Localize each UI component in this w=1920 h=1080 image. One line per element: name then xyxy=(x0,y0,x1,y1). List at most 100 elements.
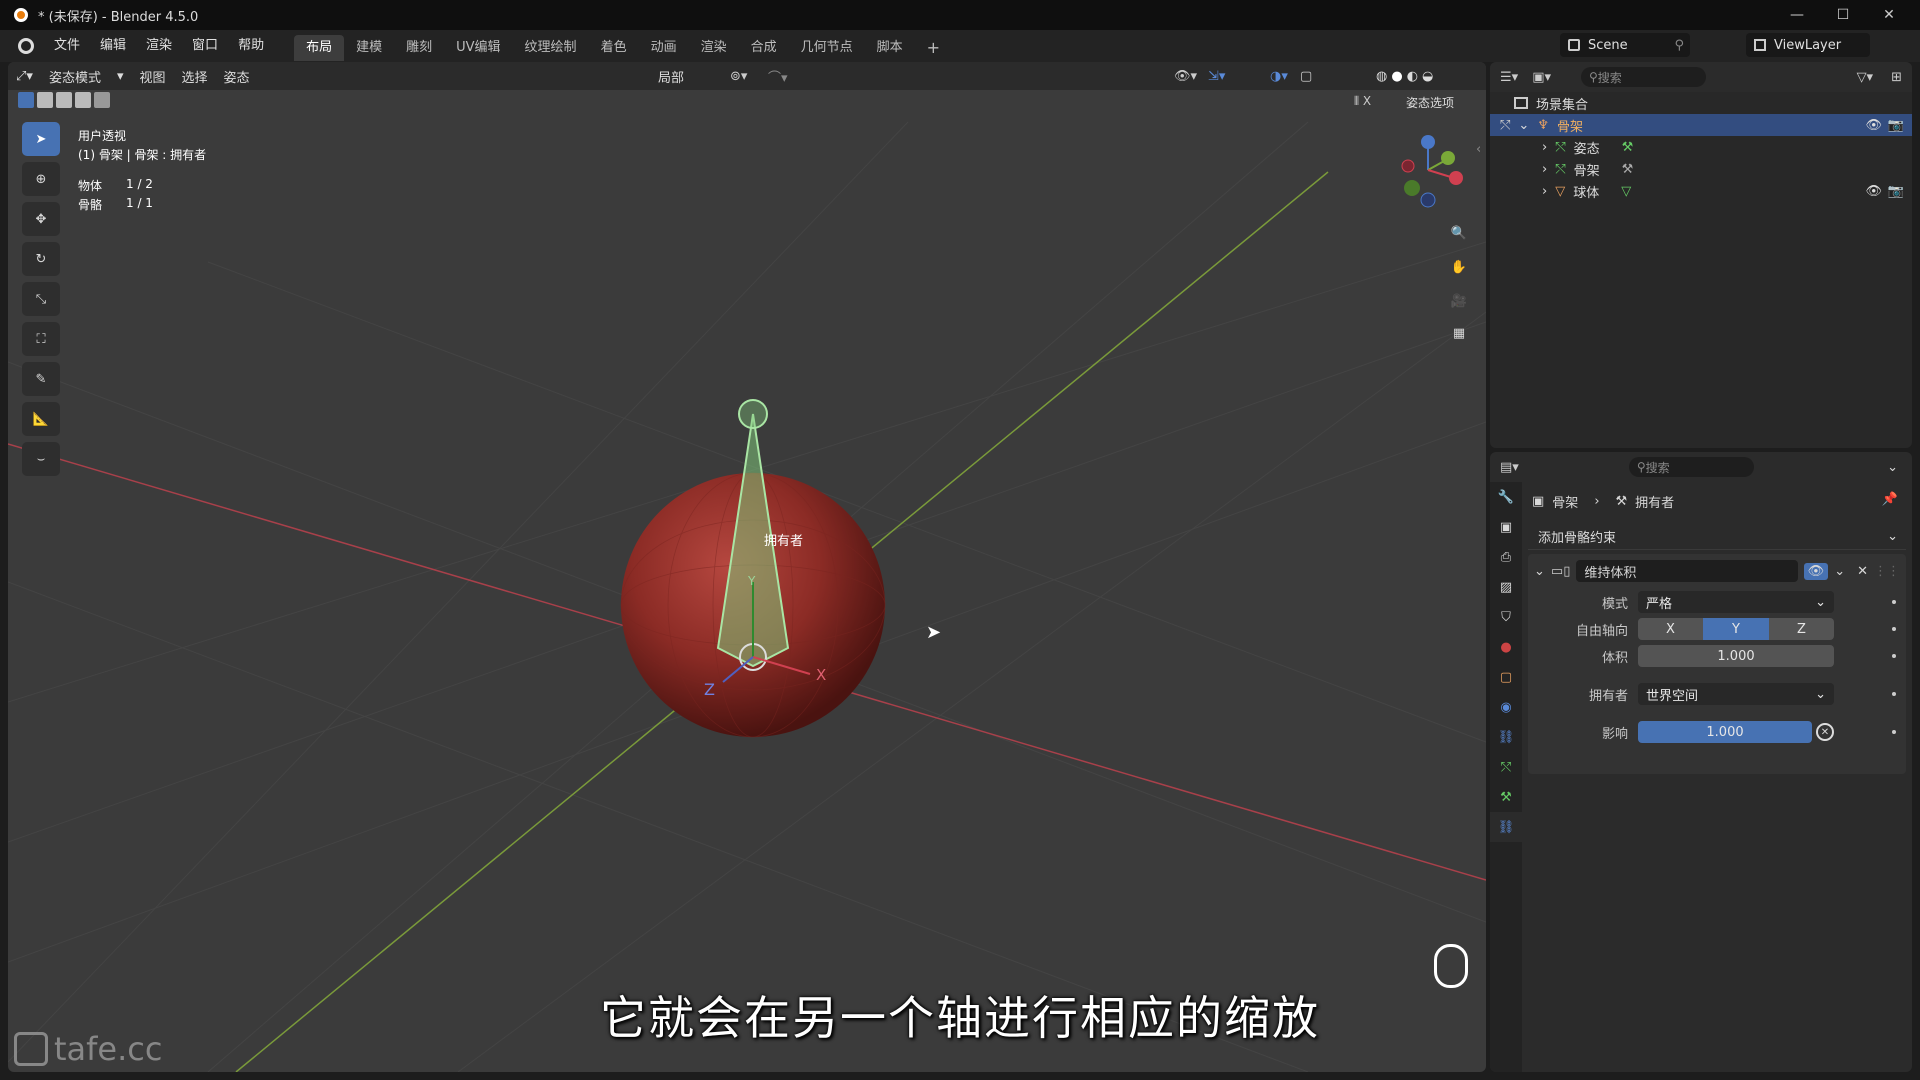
chevron-down-icon[interactable]: ⌄ xyxy=(1834,564,1845,579)
tab-modeling[interactable]: 建模 xyxy=(344,35,394,61)
constraint-name-field[interactable]: 维持体积 xyxy=(1576,560,1798,582)
rendered-shading-icon[interactable]: ◒ xyxy=(1422,69,1433,84)
tab-shading[interactable]: 着色 xyxy=(589,35,639,61)
tab-output[interactable]: ⎙ xyxy=(1490,542,1522,572)
menu-file[interactable]: 文件 xyxy=(44,30,90,62)
tab-compositing[interactable]: 合成 xyxy=(739,35,789,61)
keyframe-dot[interactable] xyxy=(1892,600,1896,604)
camera-icon[interactable]: 📷 xyxy=(1888,184,1904,199)
outliner-search-input[interactable]: ⚲ 搜索 xyxy=(1581,67,1706,87)
filter-icon[interactable]: ▽▾ xyxy=(1857,70,1874,85)
outliner-item-pose[interactable]: › ⤲ 姿态 ⚒ xyxy=(1490,136,1912,158)
transform-orientation-dropdown[interactable]: 局部 xyxy=(658,67,684,86)
display-mode-icon[interactable]: ▣▾ xyxy=(1532,70,1551,85)
tab-render[interactable]: ▣ xyxy=(1490,512,1522,542)
select-box-tool[interactable]: ➤ xyxy=(22,122,60,156)
rotate-tool[interactable]: ↻ xyxy=(22,242,60,276)
select-subtract-icon[interactable] xyxy=(56,92,72,108)
bone-roll-tool[interactable]: ⌣ xyxy=(22,442,60,476)
measure-tool[interactable]: 📐 xyxy=(22,402,60,436)
menu-view[interactable]: 视图 xyxy=(131,67,173,86)
disable-keep-temp-icon[interactable]: ✕ xyxy=(1816,723,1834,741)
add-bone-constraint-dropdown[interactable]: 添加骨骼约束 ⌄ xyxy=(1528,524,1906,550)
chevron-down-icon[interactable]: ⌄ xyxy=(1887,460,1898,475)
owner-space-dropdown[interactable]: 世界空间 ⌄ xyxy=(1638,683,1834,705)
free-axis-z-button[interactable]: Z xyxy=(1769,618,1834,640)
snap-icon[interactable]: ⌒▾ xyxy=(768,67,788,86)
minimize-button[interactable]: — xyxy=(1774,0,1820,30)
add-workspace-button[interactable]: + xyxy=(915,35,952,61)
tab-armature-data[interactable]: ⤲ xyxy=(1490,752,1522,782)
select-new-icon[interactable] xyxy=(18,92,34,108)
menu-window[interactable]: 窗口 xyxy=(182,30,228,62)
visibility-icon[interactable]: 👁▾ xyxy=(1174,69,1197,84)
menu-pose[interactable]: 姿态 xyxy=(216,67,258,86)
perspective-toggle-button[interactable]: ▦ xyxy=(1444,318,1474,348)
keyframe-dot[interactable] xyxy=(1892,627,1896,631)
eye-icon[interactable]: 👁 xyxy=(1865,118,1882,133)
select-extend-icon[interactable] xyxy=(37,92,53,108)
drag-handle-icon[interactable]: ⋮⋮ xyxy=(1874,564,1900,579)
keyframe-dot[interactable] xyxy=(1892,730,1896,734)
tab-object-constraints[interactable]: ⛓ xyxy=(1490,722,1522,752)
keyframe-dot[interactable] xyxy=(1892,692,1896,696)
chevron-right-icon[interactable]: › xyxy=(1542,162,1547,177)
navigation-gizmo[interactable] xyxy=(1388,130,1468,210)
scene-selector[interactable]: Scene ⚲ xyxy=(1560,33,1690,57)
tab-texture-paint[interactable]: 纹理绘制 xyxy=(513,35,589,61)
cursor-tool[interactable]: ⊕ xyxy=(22,162,60,196)
free-axis-x-button[interactable]: X xyxy=(1638,618,1703,640)
3d-viewport[interactable]: ⤢▾ 姿态模式 ▾ 视图 选择 姿态 局部 ⊚▾ ⌒▾ 👁▾ ⇲▾ ◑▾ ▢ ◍… xyxy=(8,62,1486,1072)
tab-object[interactable]: ▢ xyxy=(1490,662,1522,692)
select-intersect-icon[interactable] xyxy=(94,92,110,108)
tab-physics[interactable]: ◉ xyxy=(1490,692,1522,722)
menu-edit[interactable]: 编辑 xyxy=(90,30,136,62)
shading-mode-buttons[interactable]: ◍ ● ◐ ◒ xyxy=(1376,69,1433,84)
gizmo-toggle-icon[interactable]: ⇲▾ xyxy=(1208,69,1225,84)
sidebar-toggle-icon[interactable]: ‹ xyxy=(1476,142,1481,157)
editor-type-icon[interactable]: ⤢▾ xyxy=(8,69,41,84)
scene-collection-row[interactable]: 场景集合 xyxy=(1490,92,1912,114)
xray-icon[interactable]: ▢ xyxy=(1300,69,1312,84)
chevron-down-icon[interactable]: ⌄ xyxy=(1518,118,1529,133)
chevron-down-icon[interactable]: ⌄ xyxy=(1534,564,1545,579)
zoom-button[interactable]: 🔍 xyxy=(1444,218,1474,248)
pose-options-dropdown[interactable]: 姿态选项 xyxy=(1406,94,1454,111)
material-shading-icon[interactable]: ◐ xyxy=(1407,69,1418,84)
transform-tool[interactable]: ⛶ xyxy=(22,322,60,356)
chevron-right-icon[interactable]: › xyxy=(1542,140,1547,155)
tab-world[interactable]: ● xyxy=(1490,632,1522,662)
menu-select[interactable]: 选择 xyxy=(174,67,216,86)
blender-menu-icon[interactable] xyxy=(18,38,34,54)
eye-icon[interactable]: 👁 xyxy=(1865,184,1882,199)
keyframe-dot[interactable] xyxy=(1892,654,1896,658)
mode-dropdown[interactable]: 严格 ⌄ xyxy=(1638,591,1834,613)
tab-sculpting[interactable]: 雕刻 xyxy=(394,35,444,61)
tab-scripting[interactable]: 脚本 xyxy=(865,35,915,61)
influence-slider[interactable]: 1.000 xyxy=(1638,721,1812,743)
pan-button[interactable]: ✋ xyxy=(1444,252,1474,282)
pivot-icon[interactable]: ⊚▾ xyxy=(730,69,747,84)
tab-bone[interactable]: ⚒ xyxy=(1490,782,1522,812)
outliner-item-sphere[interactable]: › ▽ 球体 ▽ 👁 📷 xyxy=(1490,180,1912,202)
mirror-x-toggle[interactable]: ⫴ X xyxy=(1354,94,1371,109)
new-collection-icon[interactable]: ⊞ xyxy=(1891,70,1902,85)
tab-uv-editing[interactable]: UV编辑 xyxy=(444,35,512,61)
tab-scene[interactable]: ⛉ xyxy=(1490,602,1522,632)
select-invert-icon[interactable] xyxy=(75,92,91,108)
chevron-right-icon[interactable]: › xyxy=(1542,184,1547,199)
wireframe-shading-icon[interactable]: ◍ xyxy=(1376,69,1387,84)
properties-search-input[interactable]: ⚲ 搜索 xyxy=(1628,457,1754,477)
menu-render[interactable]: 渲染 xyxy=(136,30,182,62)
pin-icon[interactable]: 📌 xyxy=(1882,492,1898,507)
properties-editor-icon[interactable]: ▤▾ xyxy=(1500,460,1519,475)
overlay-toggle-icon[interactable]: ◑▾ xyxy=(1270,69,1288,84)
free-axis-y-button[interactable]: Y xyxy=(1703,618,1769,640)
menu-help[interactable]: 帮助 xyxy=(228,30,274,62)
tab-tool[interactable]: 🔧 xyxy=(1490,482,1522,512)
outliner-editor-icon[interactable]: ☰▾ xyxy=(1500,70,1518,85)
tab-geometry-nodes[interactable]: 几何节点 xyxy=(789,35,865,61)
solid-shading-icon[interactable]: ● xyxy=(1391,69,1402,84)
close-icon[interactable]: ✕ xyxy=(1857,564,1868,579)
eye-icon[interactable]: 👁 xyxy=(1803,562,1829,580)
